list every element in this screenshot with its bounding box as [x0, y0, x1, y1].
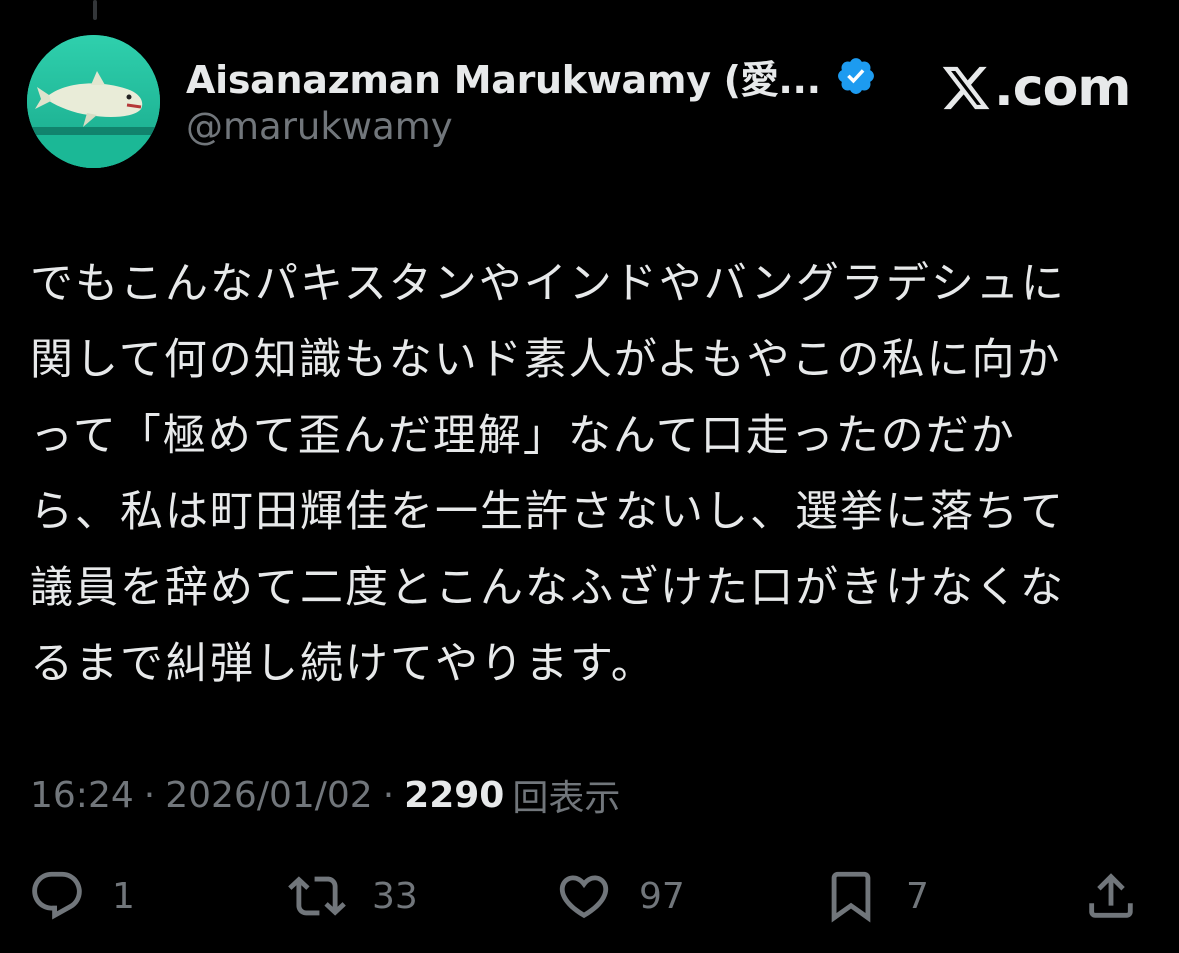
tweet-meta: 16:24 · 2026/01/02 · 2290 回表示 [30, 770, 620, 820]
bookmark-icon [831, 871, 871, 923]
retweet-icon [288, 876, 346, 916]
tweet-text-line: ら、私は町田輝佳を一生許さないし、選挙に落ちて [30, 487, 1065, 537]
reply-icon [32, 871, 82, 920]
meta-separator: · [143, 774, 156, 816]
thread-connector-line [93, 0, 97, 20]
author-name-row[interactable]: Aisanazman Marukwamy (愛... [186, 48, 877, 104]
tweet-body: でもこんなパキスタンやインドやバングラデシュに 関して何の知識もないド素人がよも… [30, 246, 1155, 702]
tweet-text-line: 議員を辞めて二度とこんなふざけた口がきけなくな [30, 563, 1065, 613]
brand-domain-text: .com [994, 58, 1131, 118]
verified-badge-icon [837, 58, 874, 94]
retweet-count: 33 [372, 875, 418, 917]
action-bar: 1 33 97 7 [0, 864, 1179, 928]
tweet-text-line: るまで糾弾し続けてやります。 [30, 639, 656, 689]
tweet-date[interactable]: 2026/01/02 [165, 775, 373, 816]
share-button[interactable] [1082, 864, 1140, 928]
tweet-text-line: って「極めて歪んだ理解」なんて口走ったのだか [30, 411, 1016, 461]
tweet-text-line: 関して何の知識もないド素人がよもやこの私に向か [30, 335, 1062, 385]
reply-count: 1 [112, 875, 135, 917]
author-display-name[interactable]: Aisanazman Marukwamy (愛... [186, 49, 821, 104]
views-count: 2290 [404, 774, 505, 816]
bookmark-button[interactable]: 7 [822, 864, 929, 928]
tweet-time[interactable]: 16:24 [30, 775, 134, 816]
x-com-brand: .com [940, 56, 1131, 120]
heart-icon [559, 875, 609, 919]
reply-button[interactable]: 1 [28, 864, 135, 928]
views-label: 回表示 [512, 778, 621, 819]
dolphin-avatar-icon [27, 35, 160, 168]
bookmark-count: 7 [906, 875, 929, 917]
like-count: 97 [639, 875, 685, 917]
meta-separator: · [382, 774, 395, 816]
avatar[interactable] [27, 35, 160, 168]
x-logo-icon [942, 66, 990, 110]
share-icon [1089, 873, 1133, 918]
like-button[interactable]: 97 [555, 864, 685, 928]
retweet-button[interactable]: 33 [288, 864, 418, 928]
author-handle[interactable]: @marukwamy [186, 105, 453, 148]
tweet-text-line: でもこんなパキスタンやインドやバングラデシュに [30, 259, 1066, 309]
